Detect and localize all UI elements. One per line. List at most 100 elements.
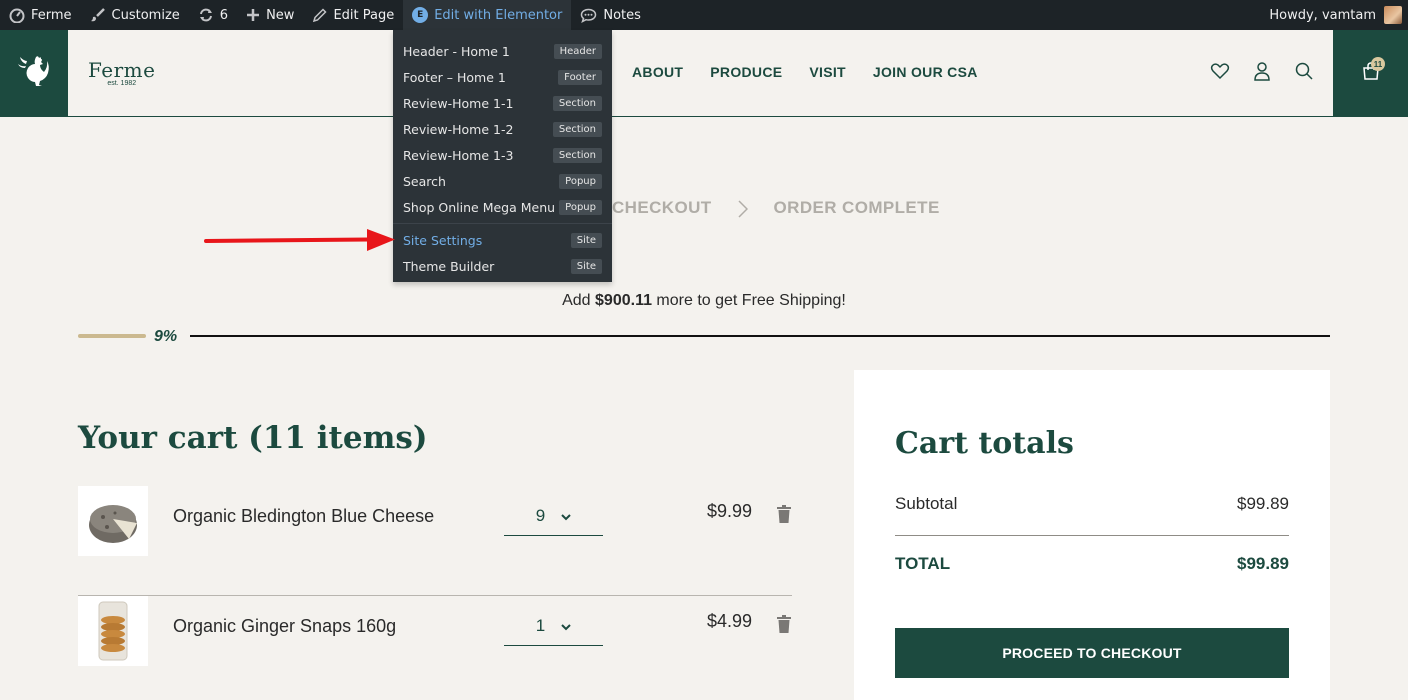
customize-link[interactable]: Customize	[81, 0, 189, 30]
elementor-menu-item[interactable]: Review-Home 1-3 Section	[393, 142, 612, 168]
checkout-steps: CHECKOUT ORDER COMPLETE	[612, 198, 940, 218]
red-arrow-annotation	[204, 229, 395, 251]
brush-icon	[90, 7, 106, 23]
product-price: $4.99	[706, 611, 752, 631]
theme-builder-label: Theme Builder	[403, 258, 495, 274]
elementor-menu-item-label: Search	[403, 173, 446, 189]
elementor-menu-item-tag: Popup	[559, 199, 602, 215]
pencil-icon	[312, 7, 327, 23]
progress-track	[190, 335, 1330, 337]
elementor-menu-item-label: Header - Home 1	[403, 43, 510, 59]
edit-with-elementor-label: Edit with Elementor	[434, 7, 563, 23]
elementor-menu-item-label: Footer – Home 1	[403, 69, 506, 85]
user-icon[interactable]	[1252, 61, 1272, 81]
new-content-menu[interactable]: New	[237, 0, 303, 30]
site-settings-menu-item[interactable]: Site Settings Site	[393, 227, 612, 253]
progress-percent: 9%	[154, 328, 178, 345]
updates-link[interactable]: 6	[189, 0, 237, 30]
trash-icon[interactable]	[776, 615, 792, 633]
customize-label: Customize	[111, 7, 180, 23]
my-account-menu[interactable]: Howdy, vamtam	[1269, 6, 1408, 24]
cart-item: Organic Bledington Blue Cheese 9 $9.99	[78, 486, 792, 596]
nav-produce[interactable]: PRODUCE	[710, 64, 782, 80]
subtotal-row: Subtotal $99.89	[895, 494, 1289, 514]
elementor-menu-item-tag: Popup	[559, 173, 602, 189]
elementor-menu-item[interactable]: Review-Home 1-2 Section	[393, 116, 612, 142]
edit-with-elementor-menu[interactable]: E Edit with Elementor	[403, 0, 572, 30]
elementor-menu-item[interactable]: Shop Online Mega Menu Popup	[393, 194, 612, 220]
trash-icon[interactable]	[776, 505, 792, 523]
product-price: $9.99	[706, 501, 752, 521]
total-value: $99.89	[1237, 554, 1289, 573]
elementor-menu-item[interactable]: Search Popup	[393, 168, 612, 194]
site-settings-tag: Site	[570, 232, 602, 248]
quantity-select[interactable]: 9	[504, 496, 603, 536]
nav-about[interactable]: ABOUT	[632, 64, 683, 80]
elementor-menu-item-label: Review-Home 1-3	[403, 147, 514, 163]
nav-join-our-csa[interactable]: JOIN OUR CSA	[873, 64, 978, 80]
elementor-menu-item[interactable]: Header - Home 1 Header	[393, 38, 612, 64]
cheese-image	[89, 505, 137, 543]
totals-divider	[895, 535, 1289, 536]
chevron-down-icon	[561, 616, 571, 636]
product-name[interactable]: Organic Bledington Blue Cheese	[173, 506, 434, 527]
proceed-to-checkout-button[interactable]: PROCEED TO CHECKOUT	[895, 628, 1289, 678]
notes-label: Notes	[603, 7, 641, 23]
product-thumbnail[interactable]	[78, 486, 148, 556]
speech-bubble-icon	[580, 8, 597, 23]
dashboard-icon	[9, 7, 25, 23]
header-cart-button[interactable]: 11	[1333, 30, 1408, 116]
site-header: Ferme est. 1982 ABOUT PRODUCE VISIT JOIN…	[0, 30, 1408, 117]
subtotal-label: Subtotal	[895, 494, 958, 513]
brand-name: Ferme	[88, 58, 156, 82]
rooster-icon	[18, 54, 50, 93]
heart-icon[interactable]	[1210, 61, 1230, 81]
elementor-menu-item-label: Shop Online Mega Menu	[403, 199, 556, 215]
shipping-amount: $900.11	[595, 292, 652, 309]
site-name-menu[interactable]: Ferme	[0, 0, 81, 30]
edit-page-link[interactable]: Edit Page	[303, 0, 403, 30]
notes-link[interactable]: Notes	[571, 0, 650, 30]
search-icon[interactable]	[1294, 61, 1314, 81]
product-thumbnail[interactable]	[78, 596, 148, 666]
elementor-menu-item[interactable]: Footer – Home 1 Footer	[393, 64, 612, 90]
howdy-label: Howdy, vamtam	[1269, 7, 1376, 23]
elementor-menu-item-tag: Header	[553, 43, 602, 59]
nav-visit[interactable]: VISIT	[809, 64, 846, 80]
elementor-menu-item-tag: Section	[552, 147, 602, 163]
avatar	[1384, 6, 1402, 24]
header-icons	[1210, 61, 1314, 81]
elementor-icon: E	[412, 7, 429, 23]
free-shipping-message: Add $900.11 more to get Free Shipping!	[0, 292, 1408, 310]
elementor-menu-item-tag: Section	[552, 95, 602, 111]
shipping-prefix: Add	[562, 292, 596, 309]
cart-totals-title: Cart totals	[895, 426, 1074, 461]
site-settings-label: Site Settings	[403, 232, 483, 248]
quantity-select[interactable]: 1	[504, 606, 603, 646]
progress-fill	[78, 334, 146, 338]
total-row: TOTAL $99.89	[895, 554, 1289, 574]
cart-title: Your cart (11 items)	[78, 420, 428, 456]
menu-divider	[393, 223, 612, 224]
rooster-logo[interactable]	[0, 30, 68, 116]
elementor-menu-item[interactable]: Review-Home 1-1 Section	[393, 90, 612, 116]
new-label: New	[266, 7, 295, 23]
cart-count-badge: 11	[1371, 57, 1385, 71]
edit-page-label: Edit Page	[333, 7, 395, 23]
quantity-value: 9	[535, 505, 546, 525]
refresh-icon	[198, 7, 214, 23]
theme-builder-menu-item[interactable]: Theme Builder Site	[393, 253, 612, 279]
theme-builder-tag: Site	[570, 258, 602, 274]
brand-wordmark[interactable]: Ferme est. 1982	[88, 58, 155, 87]
elementor-menu-item-tag: Footer	[558, 69, 602, 85]
cart-totals-panel: Cart totals Subtotal $99.89 TOTAL $99.89…	[854, 370, 1330, 700]
plus-icon	[246, 8, 260, 22]
total-label: TOTAL	[895, 554, 951, 573]
wp-admin-bar: Ferme Customize 6 New Edit Page E Edit w…	[0, 0, 1408, 30]
product-name[interactable]: Organic Ginger Snaps 160g	[173, 616, 396, 637]
step-checkout: CHECKOUT	[612, 198, 712, 217]
elementor-menu-item-tag: Section	[552, 121, 602, 137]
elementor-dropdown-menu: Header - Home 1 Header Footer – Home 1 F…	[393, 30, 612, 282]
main-nav: ABOUT PRODUCE VISIT JOIN OUR CSA	[632, 64, 978, 80]
step-order-complete: ORDER COMPLETE	[773, 198, 940, 217]
